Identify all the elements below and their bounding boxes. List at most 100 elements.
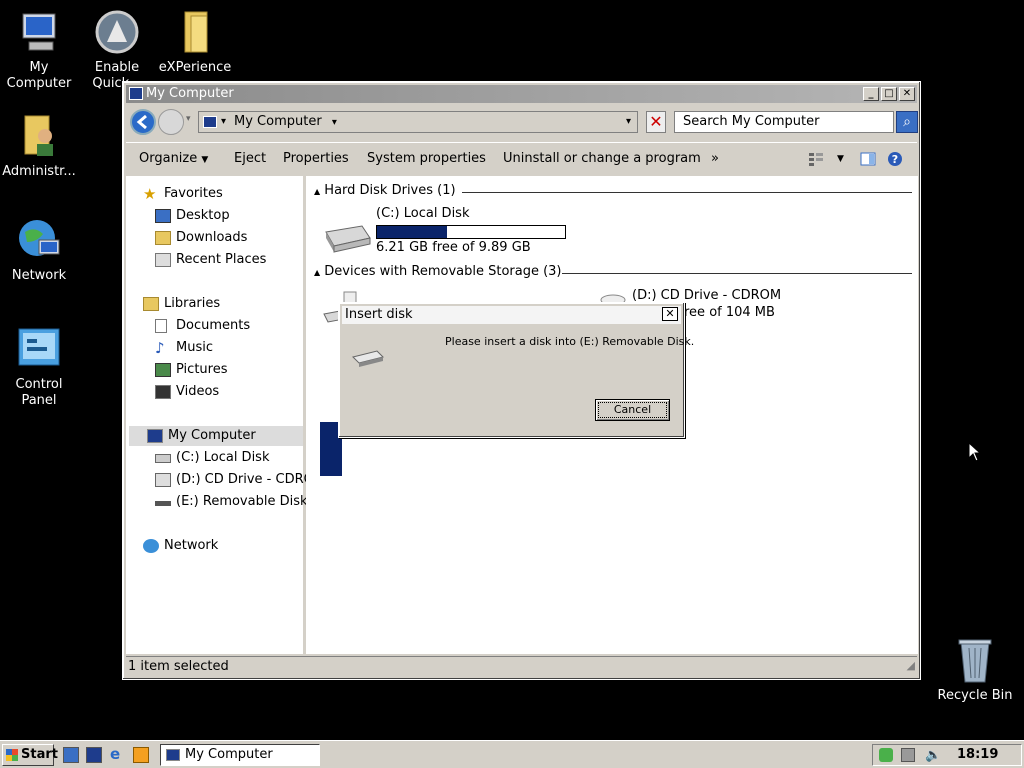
nav-label: Desktop xyxy=(176,208,230,223)
nav-music[interactable]: ♪ Music xyxy=(152,338,310,358)
window-titlebar[interactable]: My Computer _ □ ✕ xyxy=(126,85,917,103)
nav-e-drive[interactable]: (E:) Removable Disk xyxy=(152,492,310,512)
close-button[interactable]: ✕ xyxy=(899,87,915,101)
desktop-icon-network[interactable]: Network xyxy=(0,216,80,284)
show-desktop-icon[interactable] xyxy=(63,747,79,763)
address-dropdown-icon[interactable]: ▾ xyxy=(626,112,631,132)
group-header-removable[interactable]: ▲ Devices with Removable Storage (3) xyxy=(314,263,562,281)
search-icon: ⌕ xyxy=(903,114,911,130)
internet-explorer-icon[interactable]: e xyxy=(110,746,126,762)
nav-network[interactable]: Network xyxy=(140,536,298,556)
svg-text:?: ? xyxy=(892,153,898,166)
organize-button[interactable]: Organize ▼ xyxy=(139,143,208,175)
computer-icon xyxy=(203,116,217,128)
dialog-close-button[interactable]: ✕ xyxy=(662,307,678,321)
computer-icon xyxy=(166,749,180,761)
nav-documents[interactable]: Documents xyxy=(152,316,310,336)
help-icon[interactable]: ? xyxy=(887,143,903,175)
nav-downloads[interactable]: Downloads xyxy=(152,228,310,248)
safely-remove-icon[interactable] xyxy=(879,748,893,762)
nav-libraries[interactable]: Libraries xyxy=(140,294,298,314)
network-icon xyxy=(143,539,159,553)
recycle-bin-icon xyxy=(951,636,999,684)
nav-label: Recent Places xyxy=(176,252,267,267)
nav-videos[interactable]: Videos xyxy=(152,382,310,402)
stop-button[interactable]: ✕ xyxy=(646,111,666,133)
desktop-icon-my-computer[interactable]: My Computer xyxy=(0,8,80,92)
nav-favorites[interactable]: ★ Favorites xyxy=(140,184,298,204)
drive-d-name: (D:) CD Drive - CDROM xyxy=(632,288,782,303)
nav-label: Music xyxy=(176,340,213,355)
nav-my-computer[interactable]: My Computer xyxy=(129,426,303,446)
desktop-icon-experience[interactable]: eXPerience xyxy=(154,8,236,76)
drive-c-free-space: 6.21 GB free of 9.89 GB xyxy=(376,240,531,255)
maximize-button[interactable]: □ xyxy=(881,87,897,101)
breadcrumb-chevron-icon[interactable]: ▾ xyxy=(332,117,337,128)
nav-history-dropdown-icon[interactable]: ▾ xyxy=(186,114,191,124)
back-button[interactable] xyxy=(130,109,156,135)
nav-label: Pictures xyxy=(176,362,228,377)
desktop-icon-label: My Computer xyxy=(6,60,72,91)
nav-label: Libraries xyxy=(164,296,221,311)
nav-recent-places[interactable]: Recent Places xyxy=(152,250,310,270)
search-input[interactable]: Search My Computer xyxy=(674,111,894,133)
desktop-icon-enable-quick[interactable]: Enable Quick... xyxy=(76,8,158,92)
desktop-icon-label: Recycle Bin xyxy=(937,688,1013,703)
properties-button[interactable]: Properties xyxy=(283,143,349,175)
preview-pane-icon[interactable] xyxy=(860,143,876,175)
search-button[interactable]: ⌕ xyxy=(896,111,918,133)
cancel-button[interactable]: Cancel xyxy=(595,399,670,421)
desktop-icon-label: Network xyxy=(11,268,67,283)
view-options-icon[interactable] xyxy=(808,143,824,175)
quicklaunch-icon xyxy=(93,8,141,56)
pictures-icon xyxy=(155,363,171,377)
search-placeholder: Search My Computer xyxy=(683,114,820,129)
taskbar-button-my-computer[interactable]: My Computer xyxy=(160,744,320,766)
more-commands-button[interactable]: » xyxy=(711,143,719,175)
uninstall-program-button[interactable]: Uninstall or change a program xyxy=(503,143,701,175)
minimize-button[interactable]: _ xyxy=(863,87,879,101)
navigation-pane: ★ Favorites Desktop Downloads Recent Plac… xyxy=(126,176,310,654)
nav-pictures[interactable]: Pictures xyxy=(152,360,310,380)
desktop-icon-administrator[interactable]: Administr... xyxy=(0,112,80,180)
media-player-icon[interactable] xyxy=(133,747,149,763)
star-icon: ★ xyxy=(143,185,157,203)
nav-c-drive[interactable]: (C:) Local Disk xyxy=(152,448,310,468)
downloads-folder-icon xyxy=(155,231,171,245)
explorer-quicklaunch-icon[interactable] xyxy=(86,747,102,763)
system-tray: 🔈 18:19 xyxy=(872,744,1022,766)
view-dropdown-icon[interactable]: ▼ xyxy=(837,143,844,175)
music-note-icon: ♪ xyxy=(155,339,165,357)
desktop-icon-recycle-bin[interactable]: Recycle Bin xyxy=(934,636,1016,704)
nav-label: Network xyxy=(164,538,219,553)
windows-logo-icon xyxy=(6,749,18,761)
libraries-icon xyxy=(143,297,159,311)
network-tray-icon[interactable] xyxy=(901,748,915,762)
computer-icon xyxy=(147,429,163,443)
start-button[interactable]: Start xyxy=(2,744,58,766)
system-properties-button[interactable]: System properties xyxy=(367,143,486,175)
status-text: 1 item selected xyxy=(128,659,229,674)
address-breadcrumb-chevron-icon[interactable]: ▾ xyxy=(221,112,226,132)
nav-desktop[interactable]: Desktop xyxy=(152,206,310,226)
group-header-hard-disks[interactable]: ▲ Hard Disk Drives (1) xyxy=(314,182,456,200)
address-breadcrumb[interactable]: My Computer xyxy=(234,114,322,129)
status-bar: 1 item selected ◢ xyxy=(126,656,917,676)
nav-label: My Computer xyxy=(168,428,256,443)
forward-button[interactable] xyxy=(158,109,184,135)
group-divider xyxy=(462,192,912,193)
nav-label: Documents xyxy=(176,318,251,333)
back-arrow-icon xyxy=(136,114,147,130)
address-field[interactable]: ▾ My Computer ▾ ▾ xyxy=(198,111,638,133)
removable-disk-icon xyxy=(352,350,384,367)
drive-c-tile[interactable]: (C:) Local Disk 6.21 GB free of 9.89 GB xyxy=(322,206,572,258)
dialog-message: Please insert a disk into (E:) Removable… xyxy=(445,335,695,348)
volume-muted-icon[interactable]: 🔈 xyxy=(925,746,941,766)
dialog-titlebar[interactable]: Insert disk ✕ xyxy=(342,306,681,324)
resize-grip-icon[interactable]: ◢ xyxy=(907,656,915,676)
nav-d-drive[interactable]: (D:) CD Drive - CDROM xyxy=(152,470,310,490)
mouse-cursor-icon xyxy=(968,442,982,462)
clock[interactable]: 18:19 xyxy=(957,745,998,765)
eject-button[interactable]: Eject xyxy=(234,143,266,175)
desktop-icon-control-panel[interactable]: Control Panel xyxy=(0,325,80,409)
